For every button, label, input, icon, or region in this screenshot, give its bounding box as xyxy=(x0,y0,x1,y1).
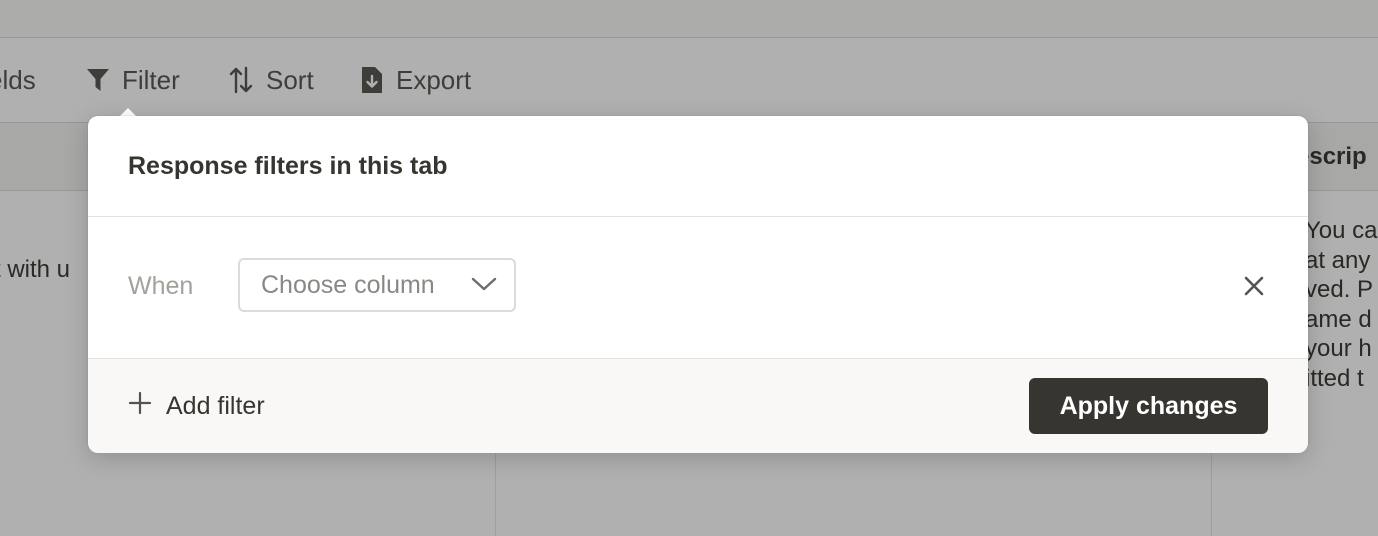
when-label: When xyxy=(128,272,194,300)
add-filter-button[interactable]: Add filter xyxy=(128,391,265,422)
column-select-placeholder: Choose column xyxy=(261,270,435,299)
apply-changes-button[interactable]: Apply changes xyxy=(1029,378,1268,434)
plus-icon xyxy=(128,391,152,422)
filter-popover: Response filters in this tab When Choose… xyxy=(88,116,1308,453)
popover-footer: Add filter Apply changes xyxy=(88,358,1308,453)
remove-filter-button[interactable] xyxy=(1242,274,1266,298)
chevron-down-icon xyxy=(471,276,497,297)
popover-title: Response filters in this tab xyxy=(128,152,448,180)
close-icon xyxy=(1242,276,1266,302)
add-filter-label: Add filter xyxy=(166,392,265,420)
column-select[interactable]: Choose column xyxy=(238,258,516,312)
divider xyxy=(88,216,1308,217)
